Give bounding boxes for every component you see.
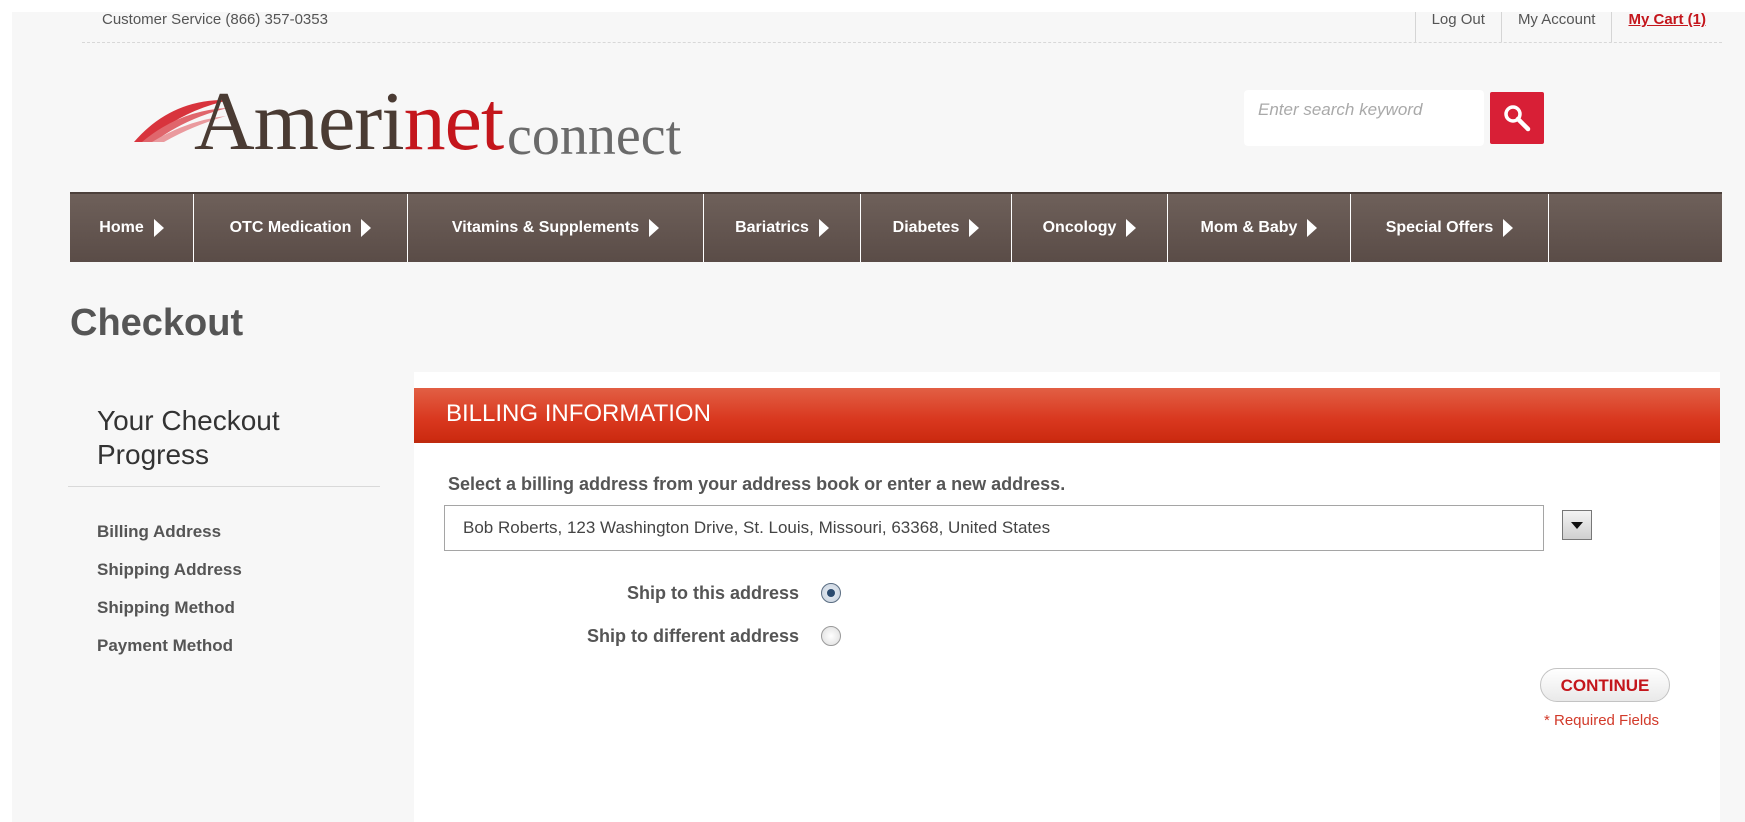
- nav-bariatrics[interactable]: Bariatrics: [704, 194, 861, 262]
- top-bar: Customer Service (866) 357-0353 Log Out …: [82, 12, 1722, 43]
- nav-arrow-icon: [1307, 219, 1318, 237]
- search-button[interactable]: [1490, 92, 1544, 144]
- billing-section-header: BILLING INFORMATION: [414, 388, 1720, 443]
- search-icon: [1504, 105, 1531, 132]
- required-fields-note: * Required Fields: [1544, 712, 1660, 729]
- nav-home[interactable]: Home: [70, 194, 194, 262]
- checkout-progress-list: Billing Address Shipping Address Shippin…: [97, 522, 242, 674]
- nav-arrow-icon: [818, 219, 829, 237]
- page-title: Checkout: [70, 302, 244, 344]
- progress-step-payment-method: Payment Method: [97, 636, 234, 655]
- address-dropdown-button[interactable]: [1562, 510, 1592, 540]
- logout-link[interactable]: Log Out: [1414, 12, 1501, 42]
- ship-to-this-address-label: Ship to this address: [626, 582, 799, 603]
- ship-to-different-address-option[interactable]: Ship to different address: [584, 623, 841, 649]
- billing-address-select[interactable]: Bob Roberts, 123 Washington Drive, St. L…: [444, 505, 1544, 551]
- page: Customer Service (866) 357-0353 Log Out …: [12, 12, 1745, 822]
- ship-to-this-address-radio[interactable]: [821, 583, 841, 603]
- billing-section-title: BILLING INFORMATION: [446, 400, 711, 427]
- billing-panel: BILLING INFORMATION Select a billing add…: [414, 372, 1720, 822]
- nav-mom-baby[interactable]: Mom & Baby: [1168, 194, 1351, 262]
- nav-vitamins-supplements[interactable]: Vitamins & Supplements: [408, 194, 704, 262]
- amerinet-connect-logo[interactable]: Amerinet connect: [132, 74, 832, 174]
- nav-arrow-icon: [1503, 219, 1514, 237]
- nav-arrow-icon: [649, 219, 660, 237]
- sidebar-divider: [68, 486, 380, 487]
- ship-to-different-address-radio[interactable]: [821, 626, 841, 646]
- nav-arrow-icon: [1126, 219, 1137, 237]
- continue-button[interactable]: CONTINUE: [1540, 668, 1670, 702]
- nav-special-offers[interactable]: Special Offers: [1351, 194, 1549, 262]
- customer-service-text: Customer Service (866) 357-0353: [102, 11, 328, 28]
- logo-subtitle: connect: [507, 105, 682, 167]
- nav-arrow-icon: [153, 219, 164, 237]
- progress-step-shipping-address: Shipping Address: [97, 560, 242, 579]
- nav-otc-medication[interactable]: OTC Medication: [194, 194, 408, 262]
- chevron-down-icon: [1571, 521, 1583, 529]
- ship-to-this-address-option[interactable]: Ship to this address: [584, 580, 841, 606]
- nav-arrow-icon: [969, 219, 980, 237]
- nav-oncology[interactable]: Oncology: [1012, 194, 1168, 262]
- main-nav: Home OTC Medication Vitamins & Supplemen…: [70, 192, 1722, 262]
- logo-wordmark: Amerinet: [194, 75, 504, 168]
- top-links: Log Out My Account My Cart (1): [1414, 12, 1722, 42]
- ship-to-different-address-label: Ship to different address: [586, 625, 799, 646]
- nav-diabetes[interactable]: Diabetes: [861, 194, 1012, 262]
- my-account-link[interactable]: My Account: [1500, 12, 1612, 42]
- search-box: [1244, 90, 1492, 146]
- progress-step-shipping-method: Shipping Method: [97, 598, 235, 617]
- my-cart-link[interactable]: My Cart (1): [1611, 12, 1722, 42]
- search-input[interactable]: [1244, 90, 1492, 130]
- billing-instruction: Select a billing address from your addre…: [448, 474, 1066, 494]
- nav-arrow-icon: [361, 219, 372, 237]
- checkout-progress-title: Your Checkout Progress: [97, 405, 280, 470]
- progress-step-billing-address: Billing Address: [97, 522, 222, 541]
